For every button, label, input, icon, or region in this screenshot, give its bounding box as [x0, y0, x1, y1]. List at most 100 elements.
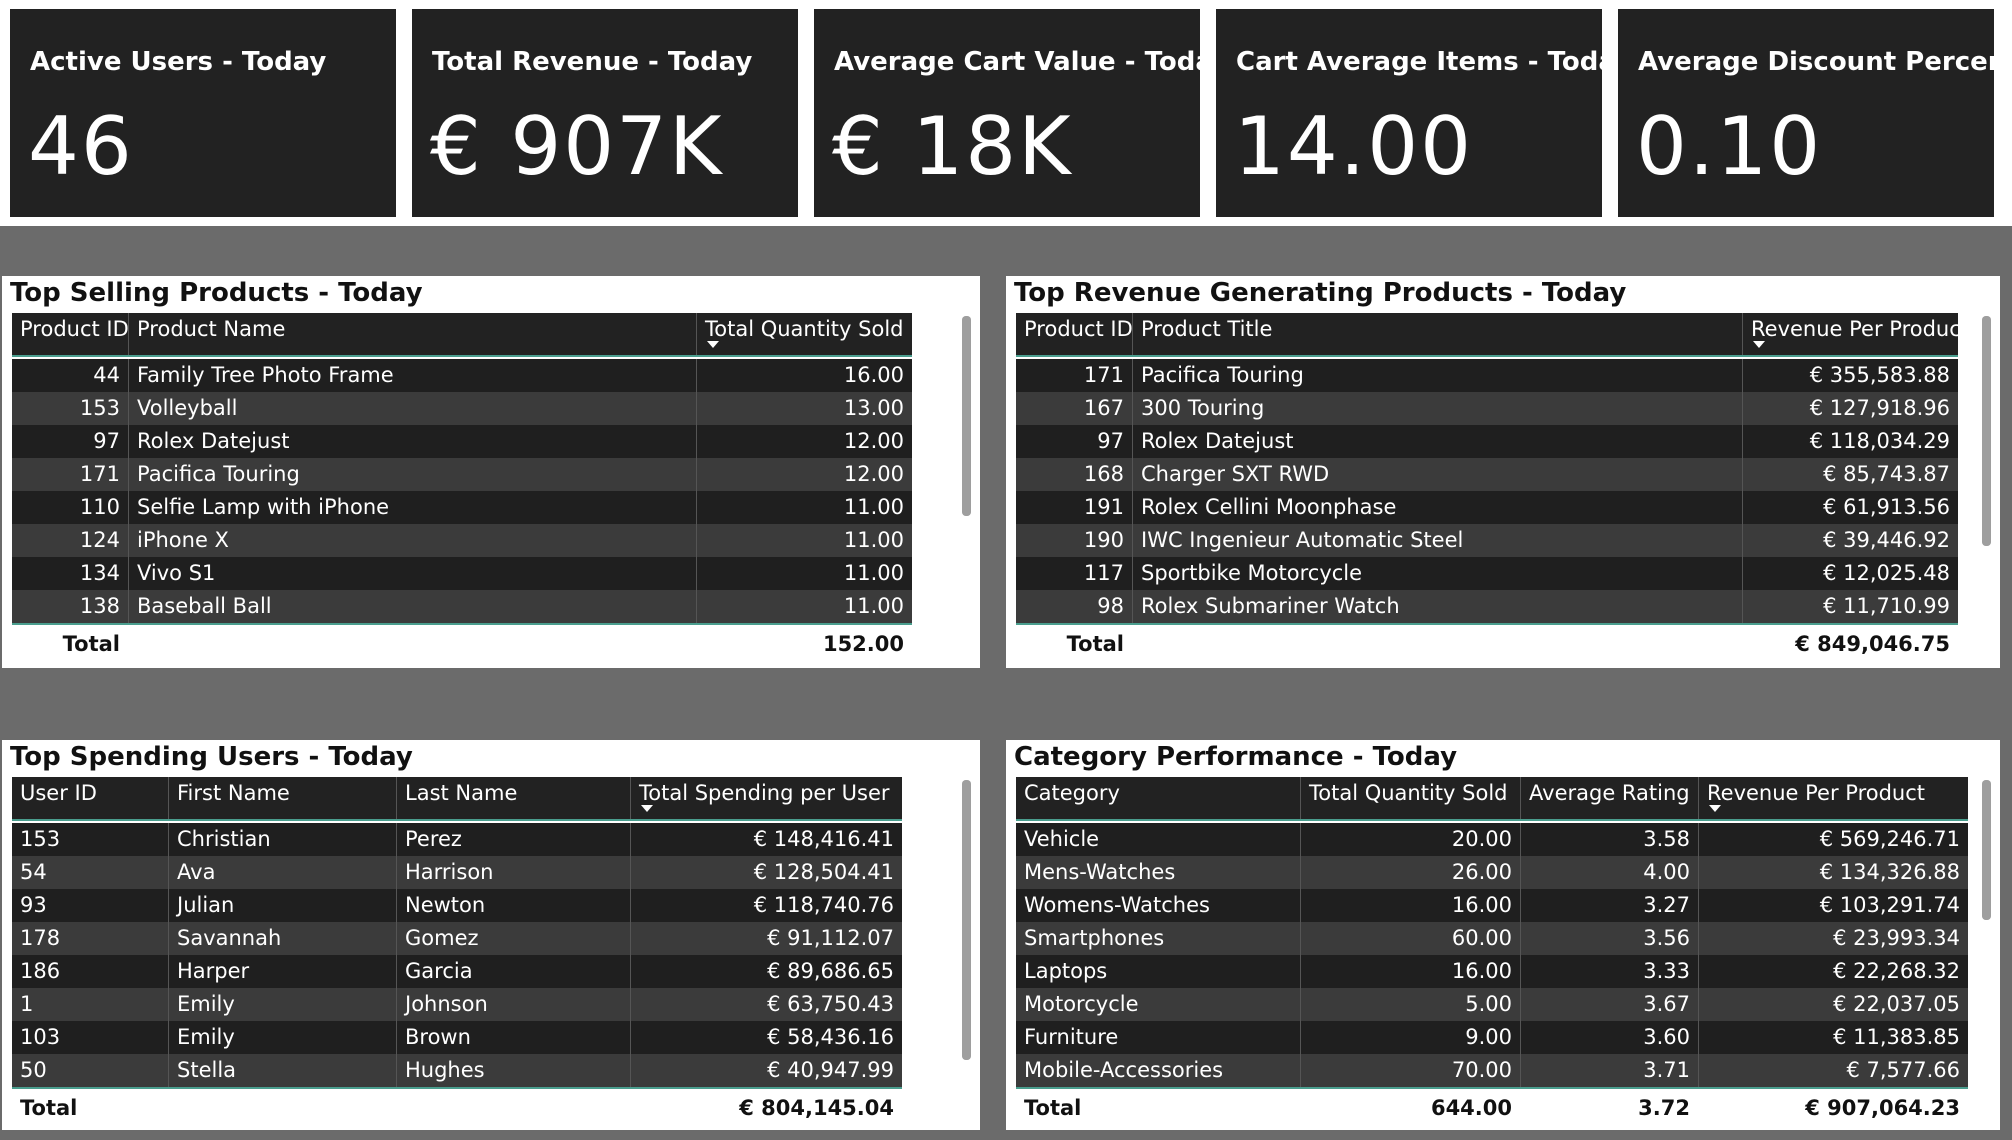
column-header-total-quantity-sold[interactable]: Total Quantity Sold	[1300, 777, 1520, 819]
table-row[interactable]: 171 Pacifica Touring 12.00	[12, 458, 912, 491]
table-row[interactable]: 98 Rolex Submariner Watch € 11,710.99	[1016, 590, 1958, 623]
column-header-user-id[interactable]: User ID	[12, 777, 168, 819]
column-header-last-name[interactable]: Last Name	[396, 777, 630, 819]
table-total-row: Total € 849,046.75	[1016, 623, 1958, 663]
table-row[interactable]: 153 Volleyball 13.00	[12, 392, 912, 425]
kpi-card-total-revenue[interactable]: Total Revenue - Today € 907K	[412, 9, 798, 217]
cell-first-name: Harper	[168, 955, 396, 988]
table-row[interactable]: 44 Family Tree Photo Frame 16.00	[12, 359, 912, 392]
column-header-average-rating[interactable]: Average Rating	[1520, 777, 1698, 819]
table-row[interactable]: 110 Selfie Lamp with iPhone 11.00	[12, 491, 912, 524]
cell-product-title: IWC Ingenieur Automatic Steel	[1132, 524, 1742, 557]
table-row[interactable]: 134 Vivo S1 11.00	[12, 557, 912, 590]
scrollbar-thumb[interactable]	[1982, 780, 1991, 920]
kpi-card-average-cart-value[interactable]: Average Cart Value - Today € 18K	[814, 9, 1229, 217]
column-header-label: Revenue Per Product	[1751, 317, 1958, 341]
panel-top-revenue-products: Top Revenue Generating Products - Today …	[1006, 276, 2000, 668]
cell-revenue: € 85,743.87	[1742, 458, 1958, 491]
cell-total-quantity: 11.00	[696, 524, 912, 557]
table-row[interactable]: 93 Julian Newton € 118,740.76	[12, 889, 902, 922]
cell-product-id: 167	[1083, 396, 1124, 420]
table-row[interactable]: 138 Baseball Ball 11.00	[12, 590, 912, 623]
cell-product-id: 171	[1083, 363, 1124, 387]
table-header: Product ID Product Title Revenue Per Pro…	[1016, 313, 1958, 357]
table-row[interactable]: 190 IWC Ingenieur Automatic Steel € 39,4…	[1016, 524, 1958, 557]
sort-descending-icon[interactable]	[1709, 805, 1721, 812]
column-header-product-id[interactable]: Product ID	[12, 313, 128, 355]
table-header: Category Total Quantity Sold Average Rat…	[1016, 777, 1968, 821]
kpi-card-cart-average-items[interactable]: Cart Average Items - Today 14.00	[1216, 9, 1632, 217]
table-row[interactable]: 171 Pacifica Touring € 355,583.88	[1016, 359, 1958, 392]
vertical-scrollbar[interactable]	[1982, 316, 1991, 546]
cell-total-quantity: 11.00	[696, 491, 912, 524]
cell-user-id: 178	[20, 926, 61, 950]
table-row[interactable]: Furniture 9.00 3.60 € 11,383.85	[1016, 1021, 1968, 1054]
table-row[interactable]: 178 Savannah Gomez € 91,112.07	[12, 922, 902, 955]
column-header-label: Revenue Per Product	[1707, 781, 1926, 805]
column-header-revenue-per-product[interactable]: Revenue Per Product	[1742, 313, 1958, 355]
cell-average-rating: 3.60	[1520, 1021, 1698, 1054]
table-row[interactable]: 186 Harper Garcia € 89,686.65	[12, 955, 902, 988]
table-row[interactable]: 97 Rolex Datejust 12.00	[12, 425, 912, 458]
column-header-total-quantity-sold[interactable]: Total Quantity Sold	[696, 313, 912, 355]
cell-product-title: Rolex Datejust	[1132, 425, 1742, 458]
table-row[interactable]: 117 Sportbike Motorcycle € 12,025.48	[1016, 557, 1958, 590]
column-header-category[interactable]: Category	[1016, 777, 1300, 819]
cell-total-spending: € 89,686.65	[630, 955, 902, 988]
vertical-scrollbar[interactable]	[962, 780, 971, 1060]
scrollbar-thumb[interactable]	[962, 316, 971, 516]
column-header-product-name[interactable]: Product Name	[128, 313, 696, 355]
cell-category: Mens-Watches	[1024, 860, 1176, 884]
cell-revenue: € 12,025.48	[1742, 557, 1958, 590]
column-header-first-name[interactable]: First Name	[168, 777, 396, 819]
cell-total-spending: € 128,504.41	[630, 856, 902, 889]
cell-revenue: € 127,918.96	[1742, 392, 1958, 425]
column-header-label: Total Spending per User	[639, 781, 890, 805]
table-row[interactable]: 167 300 Touring € 127,918.96	[1016, 392, 1958, 425]
table-row[interactable]: 97 Rolex Datejust € 118,034.29	[1016, 425, 1958, 458]
cell-total-quantity: 12.00	[696, 425, 912, 458]
table-row[interactable]: 124 iPhone X 11.00	[12, 524, 912, 557]
table-row[interactable]: Mobile-Accessories 70.00 3.71 € 7,577.66	[1016, 1054, 1968, 1087]
table-row[interactable]: 191 Rolex Cellini Moonphase € 61,913.56	[1016, 491, 1958, 524]
table-total-row: Total € 804,145.04	[12, 1087, 902, 1127]
scrollbar-thumb[interactable]	[1982, 316, 1991, 546]
table-row[interactable]: 103 Emily Brown € 58,436.16	[12, 1021, 902, 1054]
kpi-title: Cart Average Items - Today	[1236, 47, 1633, 77]
table-row[interactable]: 153 Christian Perez € 148,416.41	[12, 823, 902, 856]
kpi-value: € 18K	[832, 100, 1073, 193]
column-header-total-spending[interactable]: Total Spending per User	[630, 777, 902, 819]
panel-title: Top Selling Products - Today	[10, 278, 423, 308]
cell-first-name: Emily	[168, 1021, 396, 1054]
table-row[interactable]: Womens-Watches 16.00 3.27 € 103,291.74	[1016, 889, 1968, 922]
table-row[interactable]: 50 Stella Hughes € 40,947.99	[12, 1054, 902, 1087]
column-header-revenue-per-product[interactable]: Revenue Per Product	[1698, 777, 1968, 819]
vertical-scrollbar[interactable]	[1982, 780, 1991, 920]
cell-product-id: 153	[79, 396, 120, 420]
sort-descending-icon[interactable]	[1753, 341, 1765, 348]
cell-user-id: 103	[20, 1025, 61, 1049]
cell-total-spending: € 148,416.41	[630, 823, 902, 856]
cell-last-name: Brown	[396, 1021, 630, 1054]
scrollbar-thumb[interactable]	[962, 780, 971, 1060]
kpi-card-average-discount[interactable]: Average Discount Percent 0.10	[1618, 9, 2012, 217]
table-row[interactable]: Motorcycle 5.00 3.67 € 22,037.05	[1016, 988, 1968, 1021]
panel-top-spending-users: Top Spending Users - Today User ID First…	[2, 740, 980, 1130]
panel-category-performance: Category Performance - Today Category To…	[1006, 740, 2000, 1130]
table-row[interactable]: Smartphones 60.00 3.56 € 23,993.34	[1016, 922, 1968, 955]
table-row[interactable]: Mens-Watches 26.00 4.00 € 134,326.88	[1016, 856, 1968, 889]
table-row[interactable]: 168 Charger SXT RWD € 85,743.87	[1016, 458, 1958, 491]
sort-descending-icon[interactable]	[641, 805, 653, 812]
table-row[interactable]: 54 Ava Harrison € 128,504.41	[12, 856, 902, 889]
column-header-product-title[interactable]: Product Title	[1132, 313, 1742, 355]
panel-title: Top Revenue Generating Products - Today	[1014, 278, 1627, 308]
sort-descending-icon[interactable]	[707, 341, 719, 348]
kpi-card-active-users[interactable]: Active Users - Today 46	[10, 9, 396, 217]
vertical-scrollbar[interactable]	[962, 316, 971, 516]
column-header-product-id[interactable]: Product ID	[1016, 313, 1132, 355]
cell-total-spending: € 58,436.16	[630, 1021, 902, 1054]
table-row[interactable]: Laptops 16.00 3.33 € 22,268.32	[1016, 955, 1968, 988]
table-row[interactable]: 1 Emily Johnson € 63,750.43	[12, 988, 902, 1021]
cell-product-id: 97	[1097, 429, 1124, 453]
table-row[interactable]: Vehicle 20.00 3.58 € 569,246.71	[1016, 823, 1968, 856]
